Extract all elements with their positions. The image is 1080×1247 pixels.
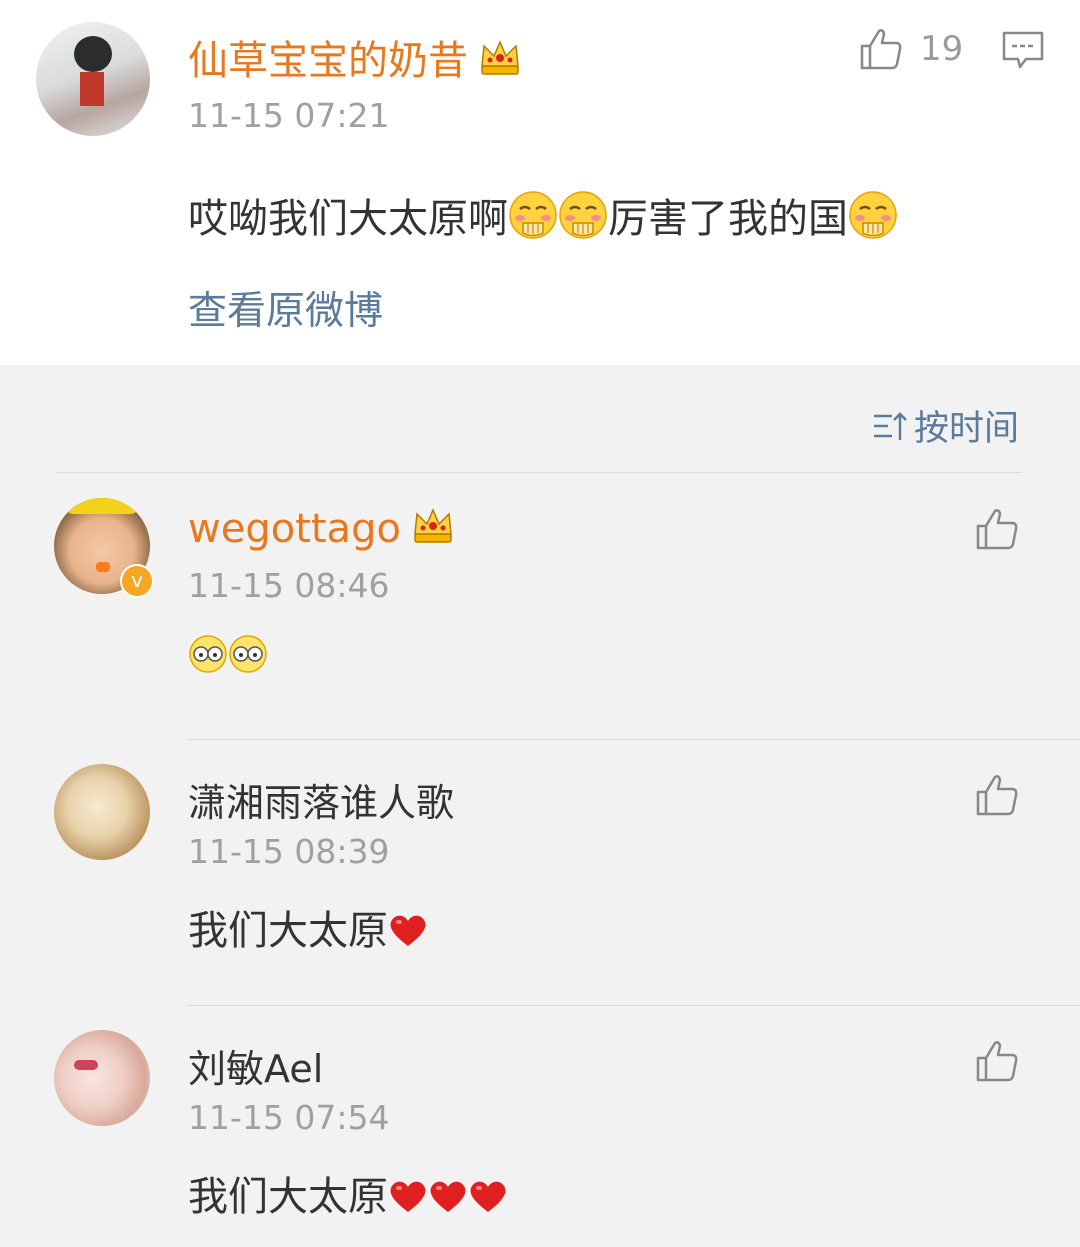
- sort-icon: [874, 411, 907, 440]
- comment-timestamp: 11-15 07:54: [188, 1098, 390, 1137]
- sort-label: 按时间: [914, 409, 1020, 449]
- divider: [186, 739, 1080, 740]
- thumbs-up-icon: [974, 506, 1020, 552]
- post-like-count: 19: [920, 29, 964, 69]
- thumbs-up-icon: [858, 26, 904, 72]
- comment-text: 我们大太原: [188, 898, 428, 956]
- comment-avatar[interactable]: [54, 764, 150, 860]
- post-timestamp: 11-15 07:21: [188, 96, 390, 135]
- heart-icon: [388, 1178, 428, 1214]
- vip-crown-icon: [411, 504, 455, 548]
- blush-emoji-icon: [508, 190, 558, 240]
- thumbs-up-icon: [974, 1038, 1020, 1084]
- comment-timestamp: 11-15 08:46: [188, 566, 390, 605]
- blush-emoji-icon: [558, 190, 608, 240]
- view-original-link[interactable]: 查看原微博: [188, 280, 383, 336]
- comment-button[interactable]: [1002, 30, 1044, 72]
- post-text: 哎呦我们大太原啊 厉害了我的国: [188, 186, 898, 244]
- heart-icon: [428, 1178, 468, 1214]
- verified-badge: v: [120, 564, 154, 598]
- thumbs-up-icon: [974, 772, 1020, 818]
- comment-icon: [1002, 31, 1044, 69]
- post-username-row: 仙草宝宝的奶昔: [188, 28, 522, 86]
- post-card: 仙草宝宝的奶昔 11-15 07:21 19 哎呦我们大太原啊 厉害了我的国 查看…: [0, 0, 1080, 365]
- glasses-emoji-icon: [228, 634, 268, 674]
- sort-button[interactable]: 按时间: [872, 400, 1019, 451]
- comment-username[interactable]: wegottago: [188, 506, 401, 552]
- divider: [56, 472, 1022, 473]
- comment-like-button[interactable]: [974, 506, 1020, 556]
- blush-emoji-icon: [848, 190, 898, 240]
- comment-like-button[interactable]: [974, 1038, 1020, 1088]
- comment-username[interactable]: 刘敏Ael: [188, 1038, 323, 1093]
- comment-timestamp: 11-15 08:39: [188, 832, 390, 871]
- heart-icon: [388, 912, 428, 948]
- post-avatar[interactable]: [36, 22, 150, 136]
- glasses-emoji-icon: [188, 634, 228, 674]
- comment-username[interactable]: 潇湘雨落谁人歌: [188, 772, 454, 827]
- heart-icon: [468, 1178, 508, 1214]
- comment-text: 我们大太原: [188, 1164, 508, 1222]
- post-username[interactable]: 仙草宝宝的奶昔: [188, 38, 468, 84]
- divider: [186, 1005, 1080, 1006]
- comment-like-button[interactable]: [974, 772, 1020, 822]
- comment-username-row: wegottago: [188, 504, 455, 552]
- vip-crown-icon: [478, 36, 522, 80]
- comment-text: [188, 634, 268, 674]
- post-like-button[interactable]: 19: [858, 26, 963, 72]
- comment-avatar[interactable]: [54, 1030, 150, 1126]
